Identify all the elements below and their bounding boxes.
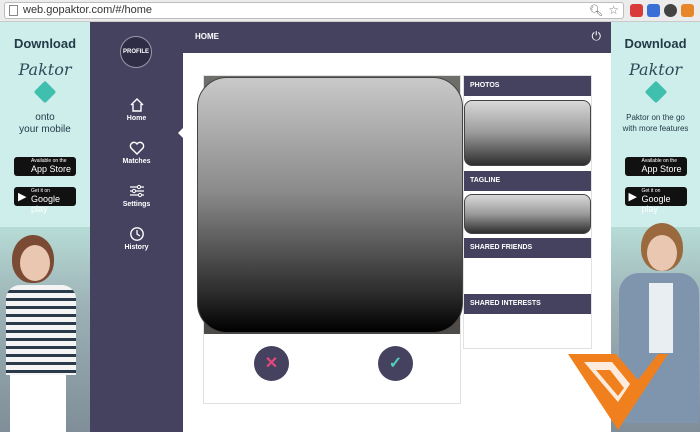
nav-label: History xyxy=(124,244,149,251)
ad-tagline-line: your mobile xyxy=(19,124,71,135)
browser-toolbar: web.gopaktor.com/#/home 🔍︎ ☆ xyxy=(0,0,700,22)
nav-item-settings[interactable]: Settings xyxy=(90,183,183,208)
store-big-text: App Store xyxy=(641,164,682,174)
ad-download-heading: Download xyxy=(13,36,77,51)
play-icon: ▶ xyxy=(18,191,27,203)
close-icon: ✕ xyxy=(264,355,279,372)
profile-avatar-button[interactable]: PROFILE xyxy=(120,36,152,68)
extension-icon[interactable] xyxy=(630,4,643,17)
gem-icon xyxy=(33,80,57,104)
ad-tagline-line: Paktor on the go xyxy=(626,113,685,122)
extension-icon[interactable] xyxy=(647,4,660,17)
power-icon[interactable]: ⏻ xyxy=(592,29,602,44)
nav-item-matches[interactable]: Matches xyxy=(90,140,183,165)
google-play-button[interactable]: ▶ Get it on Google play xyxy=(14,187,76,214)
home-icon xyxy=(130,98,143,112)
gem-icon xyxy=(644,80,667,104)
accept-button[interactable]: ✓ xyxy=(378,346,413,381)
left-ad-banner[interactable]: Download Paktor onto your mobile Availab… xyxy=(0,22,90,432)
play-icon: ▶ xyxy=(628,191,637,203)
photos-thumbnail[interactable] xyxy=(464,100,591,166)
extension-icon[interactable] xyxy=(664,4,677,17)
store-big-text: App Store xyxy=(31,164,72,174)
reject-button[interactable]: ✕ xyxy=(254,346,289,381)
paktor-logo: Paktor xyxy=(629,60,682,79)
google-play-button[interactable]: ▶ Get it on Google play xyxy=(624,187,687,214)
ad-tagline: onto your mobile xyxy=(0,112,90,136)
app-header: HOME ⏻ xyxy=(183,22,611,53)
nav-label: Settings xyxy=(122,201,151,208)
url-text: web.gopaktor.com/#/home xyxy=(23,4,153,16)
extension-icon[interactable] xyxy=(681,4,694,17)
address-bar[interactable]: web.gopaktor.com/#/home 🔍︎ ☆ xyxy=(4,2,624,19)
page-icon xyxy=(9,5,18,16)
app-store-button[interactable]: Available on the App Store xyxy=(14,157,76,176)
check-icon: ✓ xyxy=(388,355,403,372)
profile-details-panel: PHOTOS TAGLINE SHARED FRIENDS SHARED INT… xyxy=(463,75,592,349)
heart-icon xyxy=(129,141,144,155)
nav-item-history[interactable]: History xyxy=(90,226,183,251)
page-title: HOME xyxy=(195,32,219,41)
profile-card: ✕ ✓ xyxy=(197,75,463,404)
bookmark-star-icon[interactable]: ☆ xyxy=(608,3,619,17)
app-store-button[interactable]: Available on the App Store xyxy=(624,157,687,176)
ad-tagline-line: onto xyxy=(35,112,55,123)
nav-item-home[interactable]: Home xyxy=(90,97,183,122)
store-big-text: Google play xyxy=(31,194,61,214)
ad-tagline-line: with more features xyxy=(622,124,689,133)
sliders-icon xyxy=(129,184,144,198)
clock-icon xyxy=(129,227,144,241)
app-sidebar: PROFILE Home Matches Settings History xyxy=(90,22,183,432)
search-icon[interactable]: 🔍︎ xyxy=(589,4,603,17)
ad-tagline: Paktor on the go with more features xyxy=(611,112,700,134)
tagline-image xyxy=(464,194,591,234)
ad-model-photo xyxy=(0,227,90,432)
paktor-logo: Paktor xyxy=(18,60,72,79)
nav-label: Matches xyxy=(122,158,151,165)
tagline-header: TAGLINE xyxy=(464,171,591,191)
nav-label: Home xyxy=(126,115,147,122)
shared-interests-header: SHARED INTERESTS xyxy=(464,294,591,314)
shared-friends-header: SHARED FRIENDS xyxy=(464,238,591,258)
store-big-text: Google play xyxy=(641,194,671,214)
main-content: ✕ ✓ PHOTOS TAGLINE SHARED FRIENDS SHARED… xyxy=(183,53,611,432)
profile-photo[interactable] xyxy=(197,77,463,333)
photos-header: PHOTOS xyxy=(464,76,591,96)
ad-download-heading: Download xyxy=(624,36,687,51)
watermark-logo xyxy=(568,354,668,430)
